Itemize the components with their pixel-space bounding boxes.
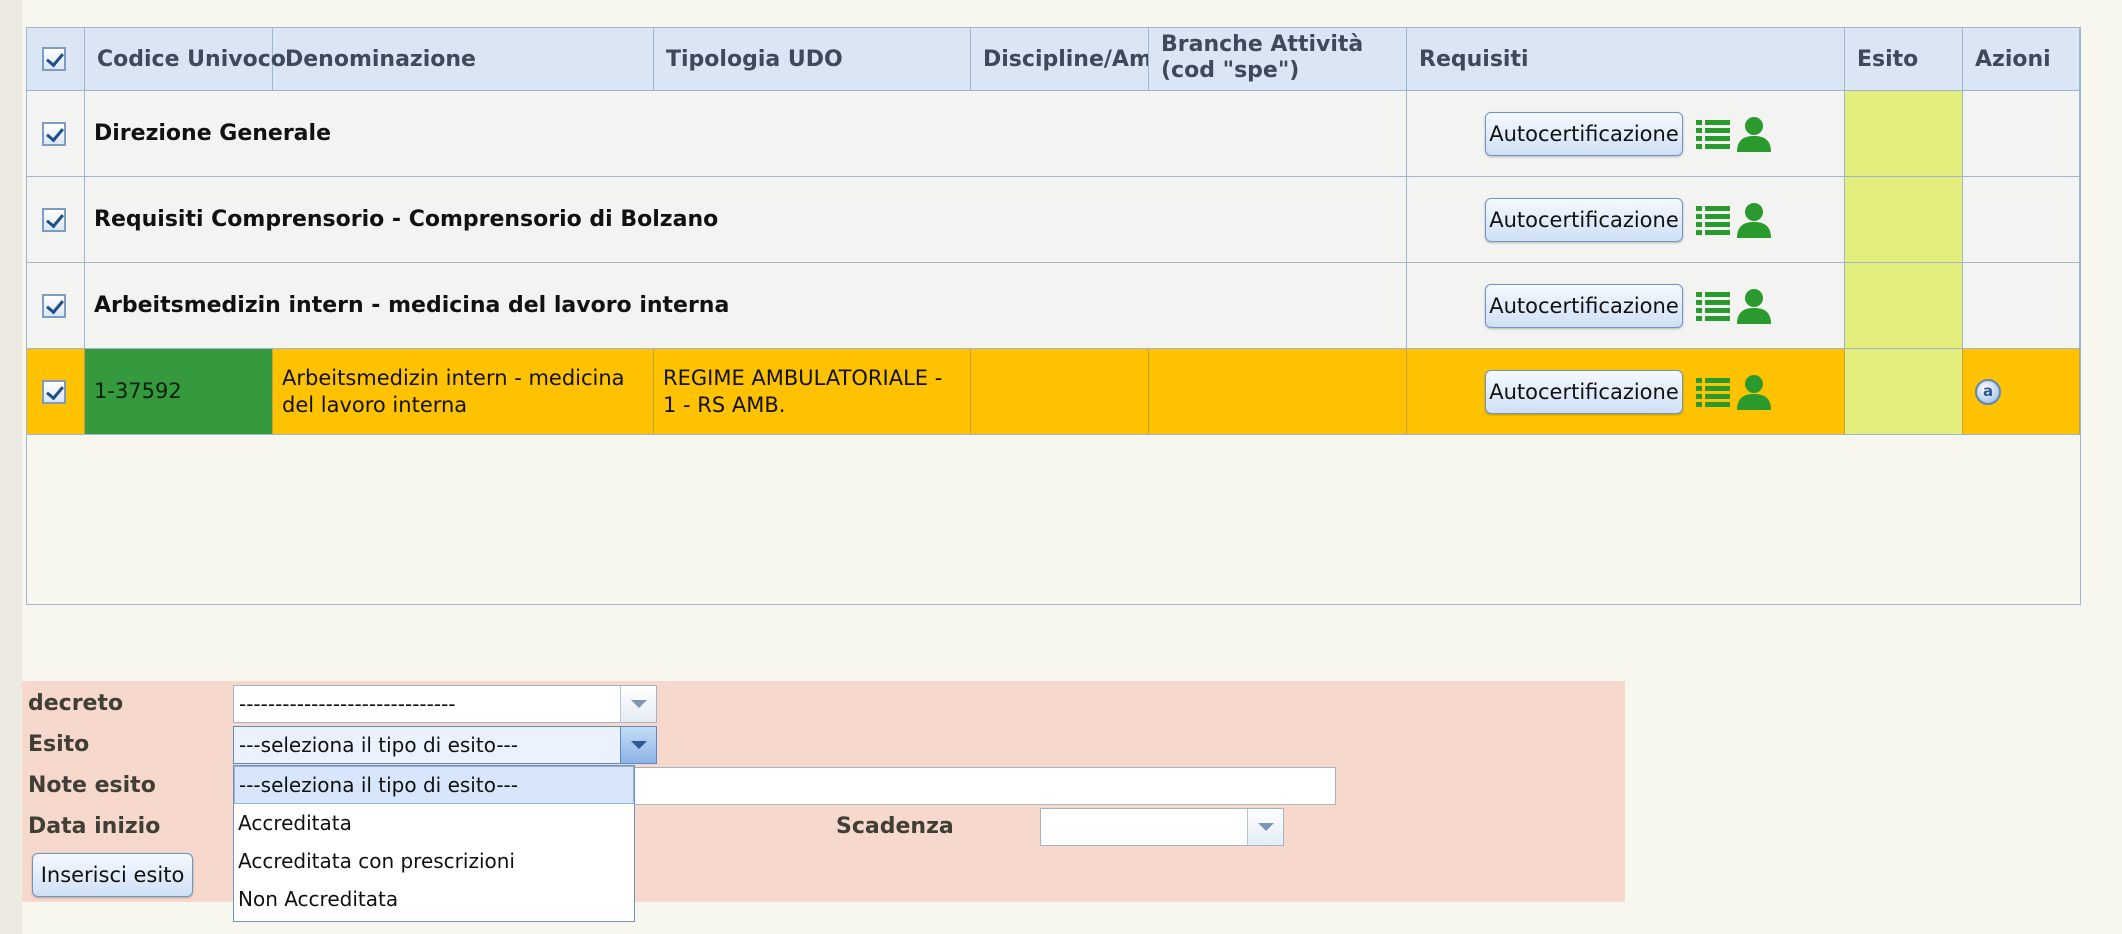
- header-discipline[interactable]: Discipline/Ambiti: [971, 28, 1149, 90]
- esito-option[interactable]: Accreditata: [234, 804, 634, 842]
- header-denominazione[interactable]: Denominazione: [273, 28, 654, 90]
- decreto-select[interactable]: ------------------------------: [233, 685, 657, 723]
- group-title: Direzione Generale: [85, 91, 1407, 176]
- header-esito[interactable]: Esito: [1845, 28, 1963, 90]
- autocertificazione-button[interactable]: Autocertificazione: [1485, 370, 1683, 414]
- tipologia-udo-cell: REGIME AMBULATORIALE - 1 - RS AMB.: [654, 349, 971, 434]
- codice-univoco-cell: 1-37592: [85, 349, 273, 434]
- chevron-down-icon[interactable]: [620, 727, 656, 763]
- azioni-cell: [1963, 263, 2080, 348]
- person-icon[interactable]: [1735, 287, 1773, 325]
- left-strip: [0, 0, 22, 934]
- row-select-cell[interactable]: [27, 349, 85, 434]
- decreto-value: ------------------------------: [239, 692, 456, 716]
- header-select-all[interactable]: [27, 28, 85, 90]
- esito-cell: [1845, 263, 1963, 348]
- group-row[interactable]: Requisiti Comprensorio - Comprensorio di…: [27, 177, 2080, 263]
- data-inizio-label: Data inizio: [28, 814, 161, 839]
- group-row[interactable]: Arbeitsmedizin intern - medicina del lav…: [27, 263, 2080, 349]
- scadenza-date-field[interactable]: [1040, 808, 1284, 846]
- esito-option[interactable]: ---seleziona il tipo di esito---: [234, 766, 634, 804]
- group-title: Arbeitsmedizin intern - medicina del lav…: [85, 263, 1407, 348]
- select-all-checkbox-icon[interactable]: [42, 47, 66, 71]
- header-azioni[interactable]: Azioni: [1963, 28, 2080, 90]
- list-icon[interactable]: [1696, 291, 1730, 322]
- azioni-cell: a: [1963, 349, 2080, 434]
- info-circle-icon[interactable]: a: [1975, 378, 2001, 405]
- person-icon[interactable]: [1735, 373, 1773, 411]
- list-icon[interactable]: [1696, 377, 1730, 408]
- esito-cell: [1845, 91, 1963, 176]
- list-icon[interactable]: [1696, 119, 1730, 150]
- esito-cell: [1845, 177, 1963, 262]
- decreto-label: decreto: [28, 691, 124, 716]
- chevron-down-icon[interactable]: [620, 686, 656, 722]
- header-codice-univoco[interactable]: Codice Univoco: [85, 28, 286, 90]
- azioni-cell: [1963, 91, 2080, 176]
- header-branche[interactable]: Branche Attività (cod "spe"): [1149, 28, 1407, 90]
- header-requisiti[interactable]: Requisiti: [1407, 28, 1845, 90]
- esito-option[interactable]: Non Accreditata: [234, 880, 634, 918]
- esito-cell: [1845, 349, 1963, 434]
- udo-grid: Codice Univoco Denominazione Tipologia U…: [26, 27, 2081, 605]
- row-checkbox-icon[interactable]: [42, 293, 66, 318]
- discipline-cell: [971, 349, 1149, 434]
- row-checkbox-icon[interactable]: [42, 207, 66, 232]
- autocertificazione-button[interactable]: Autocertificazione: [1485, 198, 1683, 242]
- person-icon[interactable]: [1735, 201, 1773, 239]
- row-checkbox-icon[interactable]: [42, 121, 66, 146]
- chevron-down-icon[interactable]: [1247, 809, 1283, 845]
- row-select-cell[interactable]: [27, 263, 85, 348]
- autocertificazione-button[interactable]: Autocertificazione: [1485, 284, 1683, 328]
- esito-select[interactable]: ---seleziona il tipo di esito---: [233, 726, 657, 764]
- esito-label: Esito: [28, 732, 90, 757]
- row-select-cell[interactable]: [27, 177, 85, 262]
- esito-value: ---seleziona il tipo di esito---: [239, 733, 518, 757]
- list-icon[interactable]: [1696, 205, 1730, 236]
- inserisci-esito-button[interactable]: Inserisci esito: [32, 853, 193, 897]
- denominazione-cell: Arbeitsmedizin intern - medicina del lav…: [273, 349, 654, 434]
- azioni-cell: [1963, 177, 2080, 262]
- udo-row[interactable]: 1-37592 Arbeitsmedizin intern - medicina…: [27, 349, 2080, 435]
- person-icon[interactable]: [1735, 115, 1773, 153]
- group-row[interactable]: Direzione Generale Autocertificazione: [27, 91, 2080, 177]
- scadenza-label: Scadenza: [836, 814, 954, 839]
- note-esito-label: Note esito: [28, 773, 156, 798]
- row-select-cell[interactable]: [27, 91, 85, 176]
- esito-dropdown-list: ---seleziona il tipo di esito--- Accredi…: [233, 765, 635, 922]
- autocertificazione-button[interactable]: Autocertificazione: [1485, 112, 1683, 156]
- esito-option[interactable]: Accreditata con prescrizioni: [234, 842, 634, 880]
- header-tipologia-udo[interactable]: Tipologia UDO: [654, 28, 971, 90]
- group-title: Requisiti Comprensorio - Comprensorio di…: [85, 177, 1407, 262]
- row-checkbox-icon[interactable]: [42, 379, 66, 404]
- grid-header: Codice Univoco Denominazione Tipologia U…: [27, 28, 2080, 91]
- branche-cell: [1149, 349, 1407, 434]
